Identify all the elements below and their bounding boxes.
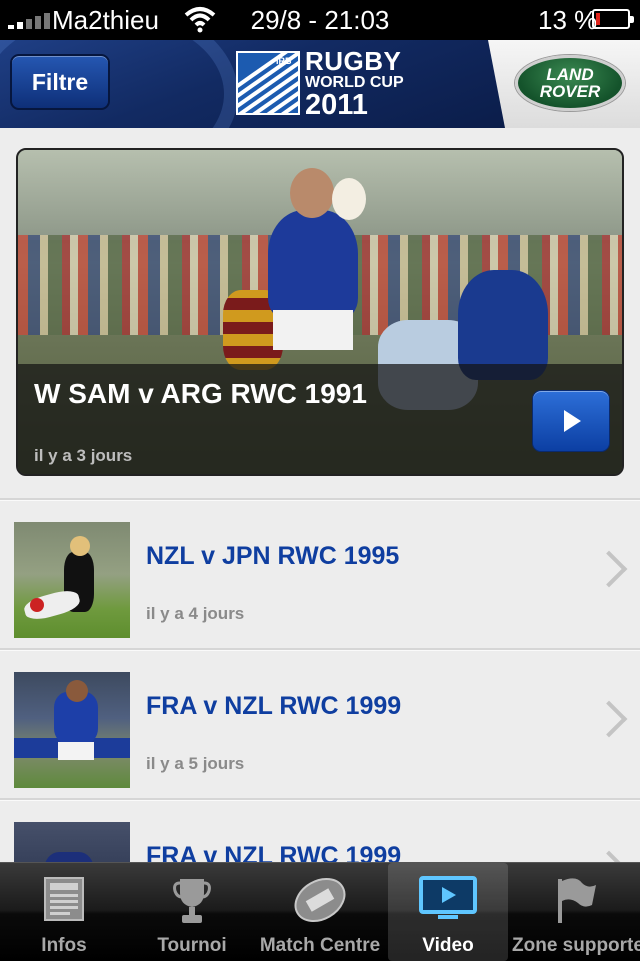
logo-line-1: RUGBY: [305, 46, 402, 76]
trophy-icon: [173, 879, 211, 923]
tab-label: Match Centre: [259, 935, 381, 956]
video-date: il y a 5 jours: [146, 754, 245, 773]
land-rover-logo[interactable]: LAND ROVER: [515, 55, 625, 111]
logo-line-3: 2011: [305, 89, 368, 121]
battery-icon: [592, 9, 634, 29]
filter-button[interactable]: Filtre: [10, 54, 110, 110]
video-date: il y a 4 jours: [146, 604, 245, 623]
tab-label: Tournoi: [157, 935, 227, 956]
video-list-item[interactable]: FRA v NZL RWC 1999 il y a 5 jours: [0, 650, 640, 798]
video-title: NZL v JPN RWC 1995: [146, 542, 400, 570]
chevron-right-icon: [590, 550, 628, 588]
tab-label: Video: [422, 935, 474, 956]
rugby-ball-icon: [294, 878, 346, 922]
tab-label: Zone supporter: [512, 935, 640, 956]
irb-badge: IRB: [276, 56, 292, 66]
tab-match-centre[interactable]: Match Centre: [256, 863, 384, 961]
status-bar: Ma2thieu 29/8 - 21:03 13 %: [0, 0, 640, 40]
newspaper-icon: [44, 877, 84, 921]
rwc-logo-text: RUGBY WORLD CUP 2011: [305, 48, 404, 120]
tab-tournoi[interactable]: Tournoi: [128, 863, 256, 961]
sponsor-line-2: ROVER: [539, 82, 601, 101]
tab-zone-supporter[interactable]: Zone supporter: [512, 863, 640, 961]
app-header: Filtre IRB RUGBY WORLD CUP 2011 LAND ROV…: [0, 40, 640, 128]
video-thumbnail: [14, 672, 130, 788]
featured-video-card[interactable]: W SAM v ARG RWC 1991 il y a 3 jours: [16, 148, 624, 476]
chevron-right-icon: [590, 700, 628, 738]
featured-video-date: il y a 3 jours: [34, 446, 133, 465]
featured-video-title: W SAM v ARG RWC 1991: [34, 378, 367, 409]
tab-infos[interactable]: Infos: [0, 863, 128, 961]
video-thumbnail: [14, 522, 130, 638]
tab-video[interactable]: Video: [388, 863, 508, 961]
sponsor-line-1: LAND: [546, 65, 594, 84]
tab-label: Infos: [41, 935, 87, 956]
rwc-logo-icon: IRB: [236, 51, 300, 115]
video-list-item[interactable]: NZL v JPN RWC 1995 il y a 4 jours: [0, 500, 640, 648]
battery-percent: 13 %: [538, 5, 598, 35]
video-title: FRA v NZL RWC 1999: [146, 692, 402, 720]
tv-icon: [419, 876, 477, 919]
rugby-ball-image: [332, 178, 366, 220]
play-button[interactable]: [532, 390, 610, 452]
tab-bar: Infos Tournoi Match Centre Video Zone su…: [0, 862, 640, 961]
flag-icon: [558, 878, 596, 923]
